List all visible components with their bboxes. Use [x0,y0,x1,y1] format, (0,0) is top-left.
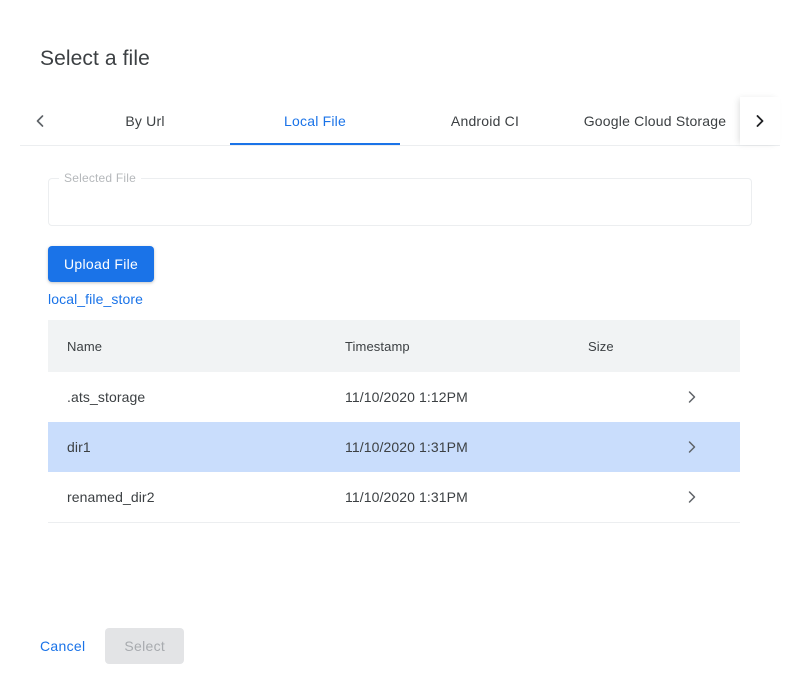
cell-timestamp: 11/10/2020 1:12PM [345,389,588,405]
tab-android-ci[interactable]: Android CI [400,97,570,145]
tab-by-url[interactable]: By Url [60,97,230,145]
tab-scroll-next-button[interactable] [740,97,780,145]
breadcrumb[interactable]: local_file_store [48,290,143,308]
tab-local-file[interactable]: Local File [230,97,400,145]
table-header-row: Name Timestamp Size [48,320,740,372]
table-bottom-divider [48,522,740,523]
tab-google-cloud-storage[interactable]: Google Cloud Storage [570,97,740,145]
row-open-button[interactable] [680,487,740,507]
column-header-name: Name [48,339,345,354]
selected-file-input[interactable] [49,179,751,225]
chevron-right-icon [682,387,702,407]
column-header-size: Size [588,339,680,354]
table-row[interactable]: dir1 11/10/2020 1:31PM [48,422,740,472]
chevron-right-icon [750,111,770,131]
tab-label: Google Cloud Storage [584,113,727,129]
cell-name: renamed_dir2 [48,489,345,505]
tab-scroll-prev-button[interactable] [20,97,60,145]
tab-label: Android CI [451,113,519,129]
cell-name: .ats_storage [48,389,345,405]
table-row[interactable]: .ats_storage 11/10/2020 1:12PM [48,372,740,422]
page-title: Select a file [40,46,150,72]
select-button: Select [105,628,184,664]
cell-name: dir1 [48,439,345,455]
selected-file-field: Selected File [48,178,752,226]
tab-strip: By Url Local File Android CI Google Clou… [60,97,740,145]
row-open-button[interactable] [680,387,740,407]
tab-label: By Url [125,113,164,129]
dialog-actions: Cancel Select [28,628,184,664]
chevron-right-icon [682,487,702,507]
tab-label: Local File [284,113,346,129]
cell-timestamp: 11/10/2020 1:31PM [345,489,588,505]
cell-timestamp: 11/10/2020 1:31PM [345,439,588,455]
row-open-button[interactable] [680,437,740,457]
cancel-button[interactable]: Cancel [28,628,97,664]
chevron-right-icon [682,437,702,457]
upload-file-button[interactable]: Upload File [48,246,154,282]
column-header-timestamp: Timestamp [345,339,588,354]
tab-bar: By Url Local File Android CI Google Clou… [20,97,780,146]
table-row[interactable]: renamed_dir2 11/10/2020 1:31PM [48,472,740,522]
chevron-left-icon [30,111,50,131]
select-file-dialog: Select a file By Url Local File Android … [0,0,800,686]
file-table: Name Timestamp Size .ats_storage 11/10/2… [48,320,740,523]
